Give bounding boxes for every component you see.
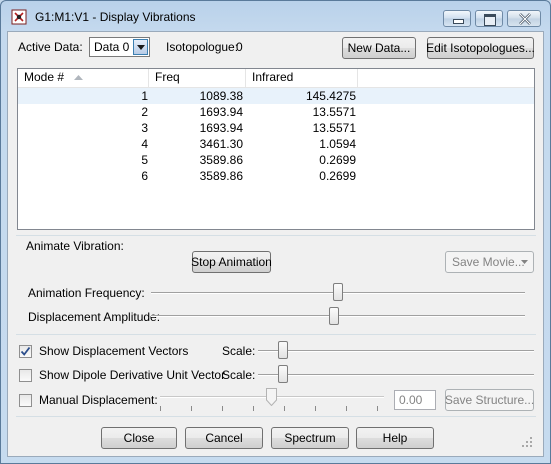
displacement-amplitude-label: Displacement Amplitude: [28, 310, 161, 324]
title-bar[interactable]: G1:M1:V1 - Display Vibrations [1, 1, 550, 31]
slider-tick [222, 406, 223, 411]
slider-tick [346, 406, 347, 411]
new-data-button[interactable]: New Data... [342, 37, 416, 59]
dipole-scale-slider[interactable] [278, 365, 288, 383]
cell-freq: 1693.94 [199, 105, 243, 119]
manual-displacement-value[interactable]: 0.00 [394, 390, 436, 410]
show-displacement-vectors-label: Show Displacement Vectors [39, 344, 189, 358]
slider-tick [253, 406, 254, 411]
vectors-scale-track [258, 350, 534, 352]
column-header-freq[interactable]: Freq [149, 69, 246, 87]
cell-infrared: 13.5571 [312, 121, 356, 135]
close-button[interactable]: Close [101, 427, 177, 449]
maximize-button[interactable] [475, 10, 503, 27]
cell-freq: 1693.94 [199, 121, 243, 135]
column-header-mode[interactable]: Mode # [18, 69, 149, 87]
sort-ascending-icon [74, 75, 83, 80]
show-displacement-vectors-checkbox[interactable] [19, 345, 32, 358]
active-data-select[interactable]: Data 0 [89, 37, 150, 57]
table-row[interactable]: 5 3589.86 0.2699 [18, 152, 534, 168]
dialog-body: Active Data: Data 0 Isotopologue: 0 New … [7, 31, 544, 457]
cell-infrared: 145.4275 [305, 89, 356, 103]
active-data-label: Active Data: [18, 40, 83, 54]
edit-isotopologues-button[interactable]: Edit Isotopologues... [426, 37, 535, 59]
animation-frequency-slider[interactable] [333, 283, 343, 301]
slider-tick [191, 406, 192, 411]
save-structure-button[interactable]: Save Structure... [445, 389, 534, 411]
manual-displacement-checkbox[interactable] [19, 394, 32, 407]
cell-mode: 6 [141, 169, 148, 183]
table-row[interactable]: 2 1693.94 13.5571 [18, 104, 534, 120]
vectors-scale-slider[interactable] [278, 341, 288, 359]
table-row[interactable]: 6 3589.86 0.2699 [18, 168, 534, 184]
cell-mode: 2 [141, 105, 148, 119]
group-divider [16, 416, 536, 417]
vectors-scale-label: Scale: [222, 344, 256, 358]
isotopologue-label: Isotopologue: [166, 40, 239, 54]
isotopologue-value: 0 [236, 40, 243, 54]
window-title: G1:M1:V1 - Display Vibrations [35, 10, 196, 24]
cell-infrared: 0.2699 [319, 153, 356, 167]
chevron-down-icon[interactable] [133, 39, 148, 55]
animate-vibration-label: Animate Vibration: [26, 239, 124, 253]
column-header-label: Infrared [252, 70, 294, 84]
show-dipole-derivative-label: Show Dipole Derivative Unit Vector [39, 368, 226, 382]
slider-tick [377, 406, 378, 411]
animation-frequency-label: Animation Frequency: [28, 286, 145, 300]
cell-mode: 3 [141, 121, 148, 135]
slider-tick [160, 406, 161, 411]
spectrum-button[interactable]: Spectrum [271, 427, 349, 449]
help-button[interactable]: Help [356, 427, 434, 449]
table-row[interactable]: 4 3461.30 1.0594 [18, 136, 534, 152]
cell-freq: 3589.86 [199, 169, 243, 183]
table-header: Mode # Freq Infrared [18, 69, 534, 88]
window-close-button[interactable] [507, 10, 541, 27]
cell-mode: 5 [141, 153, 148, 167]
cell-infrared: 13.5571 [312, 105, 356, 119]
display-vibrations-window: G1:M1:V1 - Display Vibrations Active Dat… [0, 0, 551, 464]
close-icon [519, 13, 531, 25]
gaussview-app-icon [11, 9, 27, 25]
show-dipole-derivative-checkbox[interactable] [19, 369, 32, 382]
slider-tick [284, 406, 285, 411]
group-divider [16, 235, 536, 236]
active-data-value: Data 0 [94, 40, 130, 54]
cell-freq: 3589.86 [199, 153, 243, 167]
maximize-icon [484, 14, 496, 26]
dipole-scale-label: Scale: [222, 368, 256, 382]
group-divider [16, 334, 536, 335]
slider-tick [315, 406, 316, 411]
column-header-label: Freq [155, 70, 180, 84]
checkmark-icon [20, 346, 31, 356]
column-header-infrared[interactable]: Infrared [246, 69, 358, 87]
column-header-label: Mode # [24, 70, 65, 84]
stop-animation-button[interactable]: Stop Animation [191, 251, 272, 273]
cell-freq: 3461.30 [199, 137, 243, 151]
vibration-modes-table[interactable]: Mode # Freq Infrared 1 1089.38 145.4275 … [17, 68, 535, 230]
cell-infrared: 0.2699 [319, 169, 356, 183]
manual-displacement-slider[interactable] [266, 388, 277, 406]
save-movie-label: Save Movie... [452, 255, 525, 269]
cancel-button[interactable]: Cancel [185, 427, 263, 449]
manual-displacement-label: Manual Displacement: [39, 393, 158, 407]
table-row[interactable]: 1 1089.38 145.4275 [18, 88, 534, 104]
displacement-amplitude-slider[interactable] [329, 307, 340, 325]
dipole-scale-track [258, 374, 534, 376]
table-row[interactable]: 3 1693.94 13.5571 [18, 120, 534, 136]
cell-mode: 4 [141, 137, 148, 151]
chevron-down-icon [521, 260, 528, 264]
save-movie-button[interactable]: Save Movie... [445, 251, 534, 273]
resize-grip-icon[interactable] [522, 437, 532, 447]
minimize-icon [453, 19, 464, 24]
cell-freq: 1089.38 [199, 89, 243, 103]
minimize-button[interactable] [443, 10, 471, 27]
cell-mode: 1 [141, 89, 148, 103]
cell-infrared: 1.0594 [319, 137, 356, 151]
